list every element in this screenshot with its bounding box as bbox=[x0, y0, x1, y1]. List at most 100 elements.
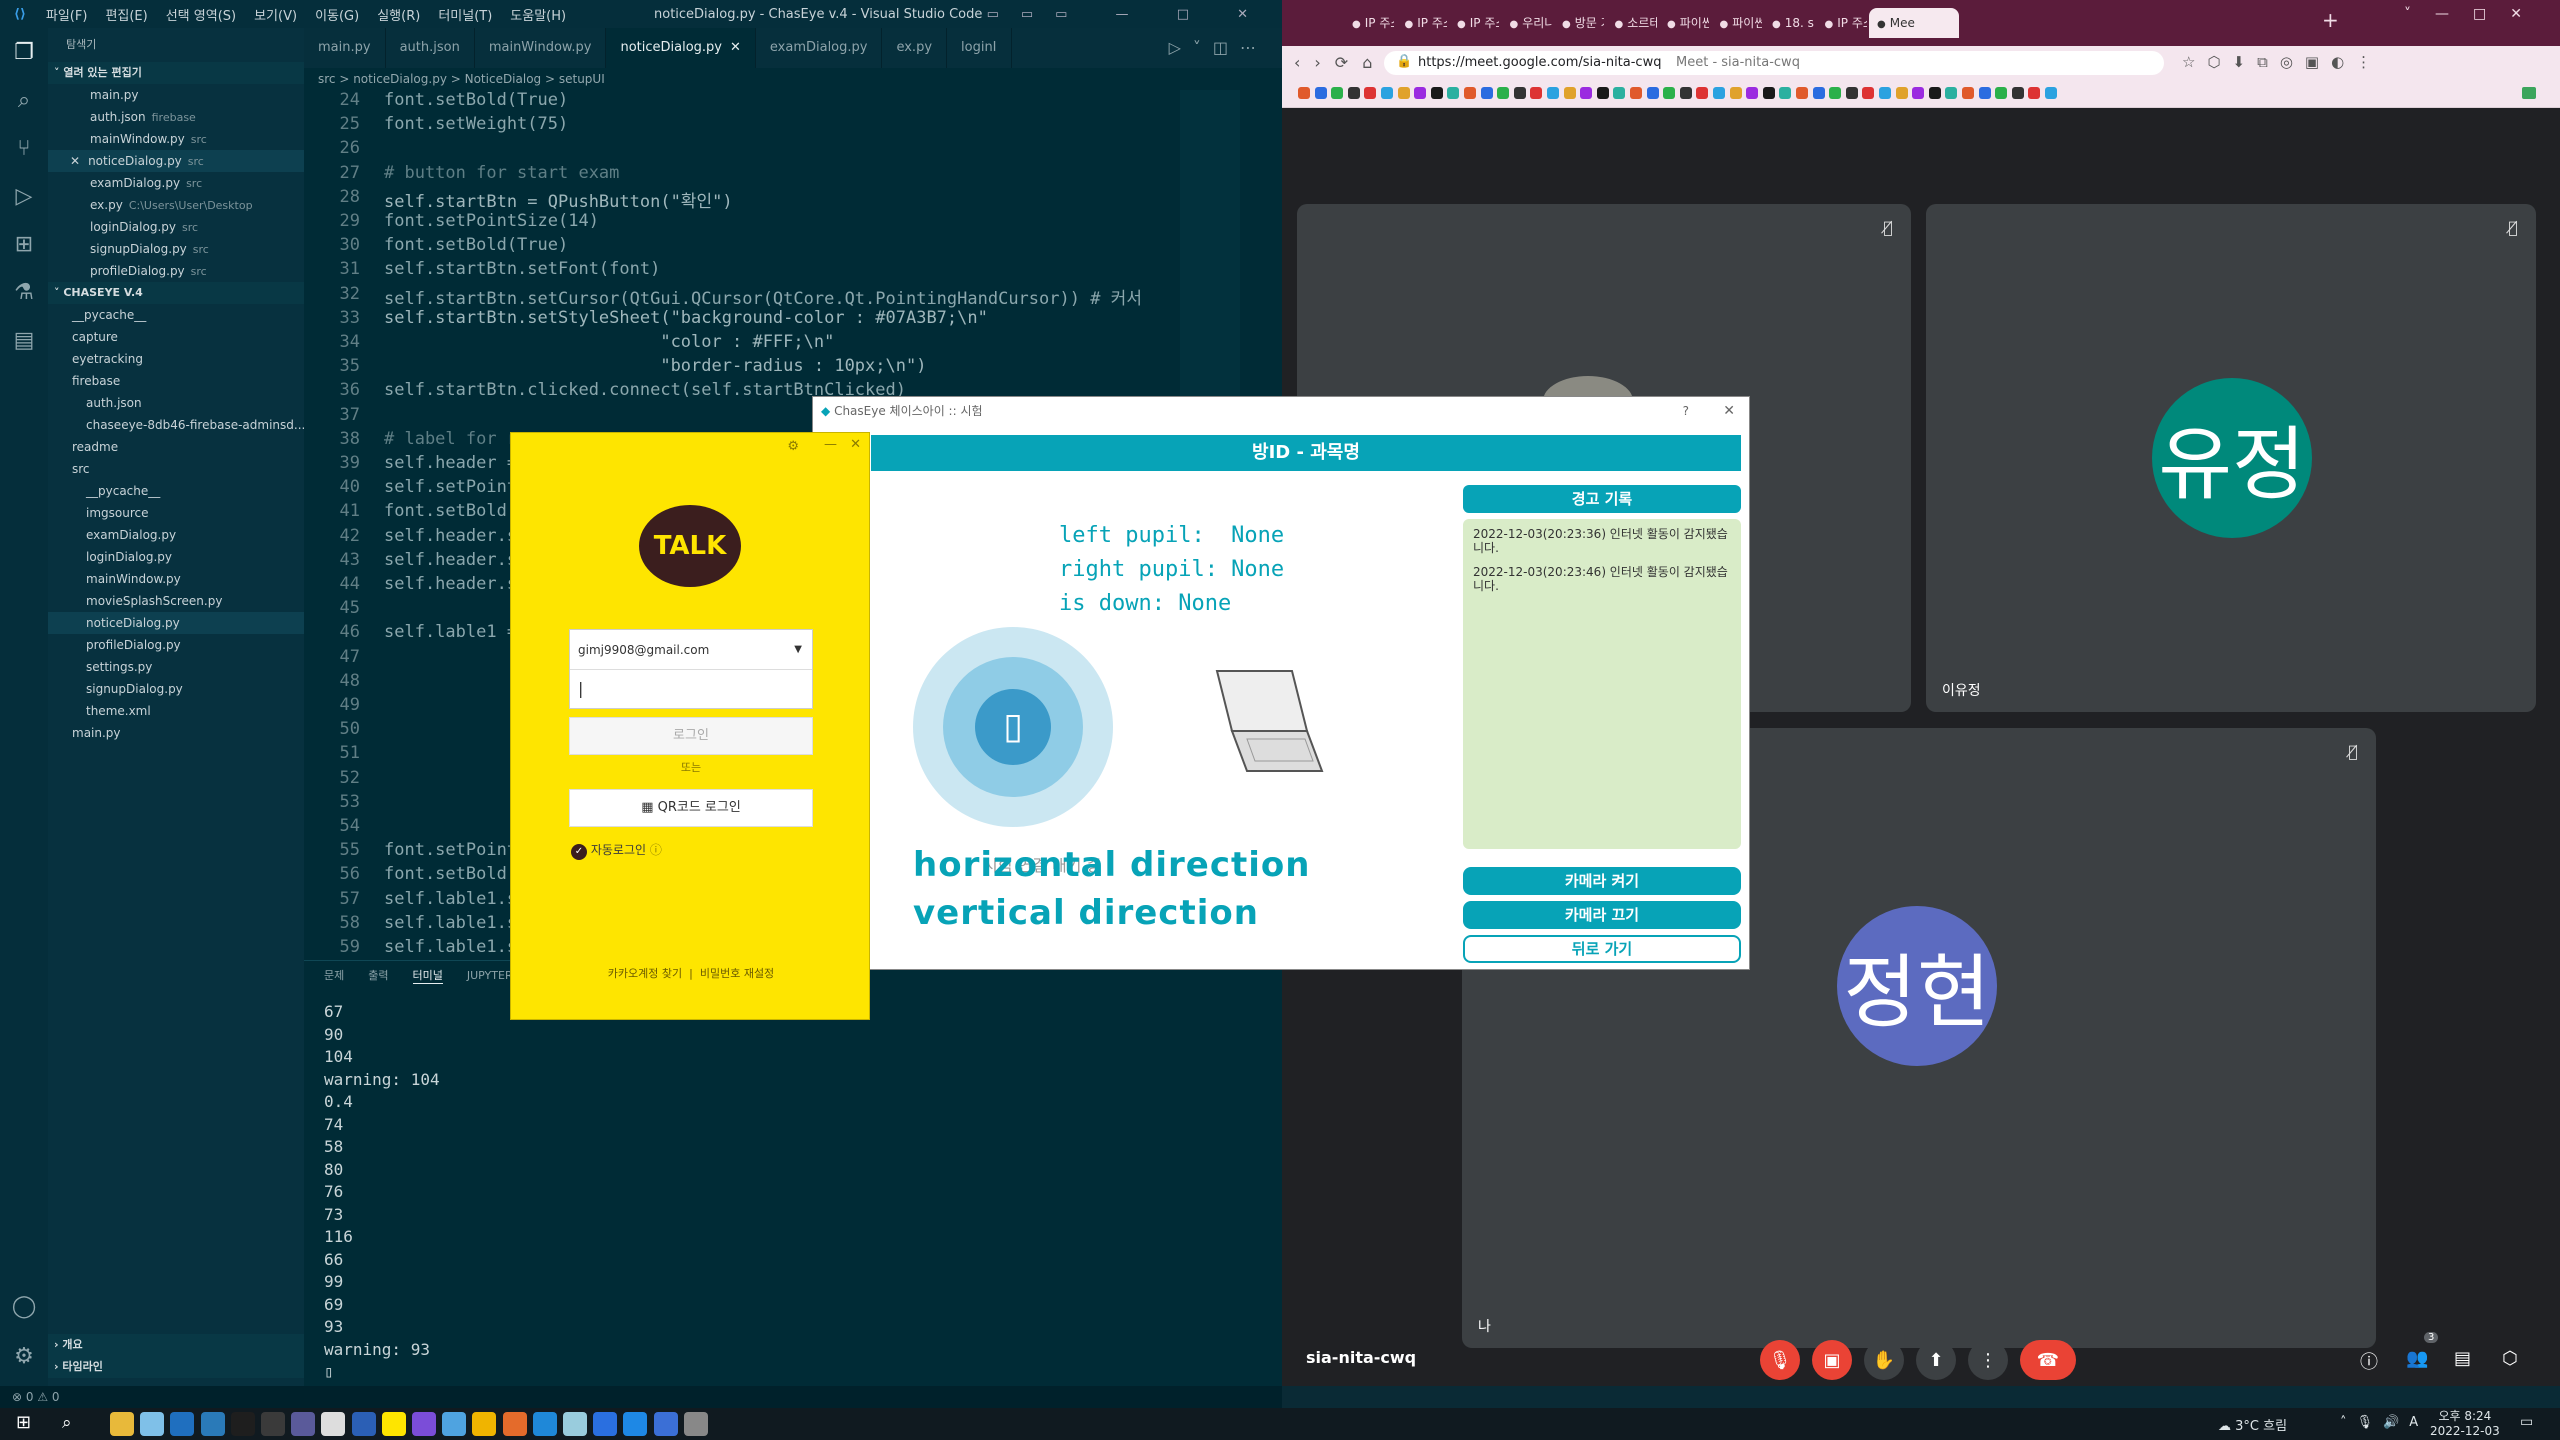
raise-hand-button[interactable]: ✋ bbox=[1864, 1340, 1904, 1380]
tree-item[interactable]: settings.py bbox=[48, 656, 304, 678]
mic-toggle-button[interactable]: 🎙 bbox=[1760, 1340, 1800, 1380]
menu-item[interactable]: 이동(G) bbox=[315, 5, 359, 24]
bookmark-icon[interactable] bbox=[1928, 87, 1941, 99]
timeline-header[interactable]: › 타임라인 bbox=[48, 1356, 304, 1378]
tree-item[interactable]: mainWindow.py bbox=[48, 568, 304, 590]
chat-icon[interactable]: ▤ bbox=[2454, 1348, 2471, 1369]
tree-item[interactable]: capture bbox=[48, 326, 304, 348]
browser-tab[interactable]: ●IP 주소 bbox=[1397, 8, 1447, 38]
open-editor-item[interactable]: auth.json firebase bbox=[48, 106, 304, 128]
window-controls[interactable]: ▭▭▭ — □ ✕ bbox=[987, 7, 1270, 22]
browser-tab[interactable]: ●IP 주소 bbox=[1817, 8, 1867, 38]
new-tab-icon[interactable]: + bbox=[2322, 8, 2339, 32]
bookmark-icon[interactable] bbox=[2045, 87, 2057, 99]
run-debug-icon[interactable]: ▷ bbox=[0, 172, 48, 220]
taskbar-app-icon[interactable] bbox=[291, 1412, 316, 1436]
bookmark-icon[interactable] bbox=[1596, 87, 1609, 99]
info-icon[interactable]: ⓘ bbox=[650, 843, 662, 857]
bookmark-icon[interactable] bbox=[1879, 87, 1891, 99]
open-editors-header[interactable]: ˅ 열려 있는 편집기 bbox=[48, 62, 304, 84]
taskbar-app-icon[interactable] bbox=[351, 1412, 376, 1436]
bookmark-icon[interactable] bbox=[1679, 87, 1692, 99]
taskbar-app-icon[interactable] bbox=[683, 1412, 708, 1436]
email-field[interactable]: gimj9908@gmail.com ▼ bbox=[570, 630, 812, 670]
tree-item[interactable]: signupDialog.py bbox=[48, 678, 304, 700]
editor-tab[interactable]: auth.json bbox=[386, 28, 475, 68]
clock[interactable]: 오후 8:24 2022-12-03 bbox=[2430, 1409, 2500, 1439]
people-icon[interactable]: 👥 bbox=[2406, 1348, 2428, 1369]
bookmark-icon[interactable] bbox=[1580, 87, 1593, 99]
weather-widget[interactable]: ☁ 3°C 흐림 bbox=[2218, 1415, 2287, 1434]
menu-item[interactable]: 파일(F) bbox=[46, 5, 88, 24]
tree-item[interactable]: __pycache__ bbox=[48, 480, 304, 502]
chevron-down-icon[interactable]: ▼ bbox=[794, 630, 802, 670]
bookmark-icon[interactable] bbox=[1430, 87, 1443, 99]
open-editor-item[interactable]: profileDialog.py src bbox=[48, 260, 304, 282]
open-editor-item[interactable]: examDialog.py src bbox=[48, 172, 304, 194]
bookmark-icon[interactable] bbox=[1464, 87, 1476, 99]
menu-item[interactable]: 선택 영역(S) bbox=[166, 5, 236, 24]
camera-on-button[interactable]: 카메라 켜기 bbox=[1463, 867, 1741, 895]
tree-item[interactable]: examDialog.py bbox=[48, 524, 304, 546]
bookmark-icon[interactable] bbox=[1762, 87, 1775, 99]
bookmark-icon[interactable] bbox=[1845, 87, 1858, 99]
system-tray-icons[interactable]: ˄🎙🔊A bbox=[2340, 1415, 2428, 1430]
bookmark-icon[interactable] bbox=[1912, 87, 1925, 99]
menu-item[interactable]: 보기(V) bbox=[254, 5, 297, 24]
search-icon[interactable]: ⌕ bbox=[0, 76, 48, 124]
taskbar-app-icon[interactable] bbox=[170, 1412, 195, 1436]
project-header[interactable]: ˅ CHASEYE V.4 bbox=[48, 282, 304, 304]
bookmark-folder-icon[interactable] bbox=[2522, 87, 2536, 99]
taskbar-app-icon[interactable] bbox=[200, 1412, 225, 1436]
qr-login-button[interactable]: ▦ QR코드 로그인 bbox=[569, 789, 813, 827]
panel-tab[interactable]: JUPYTER bbox=[467, 969, 513, 982]
activities-icon[interactable]: ⬡ bbox=[2502, 1348, 2518, 1369]
bookmark-icon[interactable] bbox=[1530, 87, 1543, 99]
open-editor-item[interactable]: mainWindow.py src bbox=[48, 128, 304, 150]
login-button[interactable]: 로그인 bbox=[569, 717, 813, 755]
bookmark-icon[interactable] bbox=[1331, 87, 1344, 99]
camera-toggle-button[interactable]: ▣ bbox=[1812, 1340, 1852, 1380]
leave-call-button[interactable]: ☎ bbox=[2020, 1340, 2076, 1380]
panel-tab[interactable]: 문제 bbox=[324, 967, 344, 983]
close-icon[interactable]: ✕ bbox=[850, 437, 861, 452]
open-editor-item[interactable]: ✕ noticeDialog.py src bbox=[48, 150, 304, 172]
bookmark-icon[interactable] bbox=[1646, 87, 1659, 99]
bookmark-icon[interactable] bbox=[1729, 87, 1742, 99]
info-icon[interactable]: ⓘ bbox=[2360, 1348, 2378, 1374]
browser-tab[interactable]: ● 소르테 bbox=[1607, 8, 1657, 38]
present-button[interactable]: ⬆ bbox=[1916, 1340, 1956, 1380]
chrome-window-controls[interactable]: ˅—□✕ bbox=[2404, 6, 2546, 22]
help-icon[interactable]: ? bbox=[1683, 397, 1689, 425]
browser-tab[interactable]: ●IP 주소 bbox=[1449, 8, 1499, 38]
taskbar-app-icon[interactable] bbox=[563, 1412, 587, 1436]
address-bar[interactable]: 🔒 https://meet.google.com/sia-nita-cwq M… bbox=[1384, 51, 2164, 75]
outline-header[interactable]: › 개요 bbox=[48, 1334, 304, 1356]
taskbar-app-icon[interactable] bbox=[442, 1412, 467, 1436]
browser-tab[interactable]: ● Mee bbox=[1869, 8, 1959, 38]
bookmark-icon[interactable] bbox=[1978, 87, 1991, 99]
open-editor-item[interactable]: main.py bbox=[48, 84, 304, 106]
bookmark-icon[interactable] bbox=[1447, 87, 1460, 99]
bookmark-icon[interactable] bbox=[1397, 87, 1410, 99]
taskbar-app-icon[interactable] bbox=[110, 1412, 134, 1436]
auto-login-checkbox[interactable]: ✓ 자동로그인 ⓘ bbox=[571, 841, 662, 860]
tree-item[interactable]: chaseeye-8db46-firebase-adminsd... bbox=[48, 414, 304, 436]
bookmark-icon[interactable] bbox=[1663, 87, 1676, 99]
taskbar-app-icon[interactable] bbox=[412, 1412, 436, 1436]
close-icon[interactable]: ✕ bbox=[1723, 397, 1735, 425]
nav-buttons-icon[interactable]: ‹›⟳⌂ bbox=[1294, 53, 1386, 72]
browser-tab[interactable]: ●IP 주소 bbox=[1344, 8, 1394, 38]
editor-tab[interactable]: main.py bbox=[304, 28, 386, 68]
bookmark-icon[interactable] bbox=[1298, 87, 1310, 99]
minimize-icon[interactable]: — bbox=[824, 437, 837, 452]
tree-item[interactable]: loginDialog.py bbox=[48, 546, 304, 568]
panel-tab[interactable]: 출력 bbox=[368, 967, 388, 983]
tree-item[interactable]: __pycache__ bbox=[48, 304, 304, 326]
taskbar-app-icon[interactable] bbox=[472, 1412, 497, 1436]
terminal-output[interactable]: 67 90 104 warning: 104 0.4 74 58 80 76 73 116 66 99 6… bbox=[324, 1001, 440, 1384]
search-icon[interactable]: ⌕ bbox=[62, 1413, 72, 1433]
menu-item[interactable]: 실행(R) bbox=[377, 5, 420, 24]
menu-item[interactable]: 도움말(H) bbox=[510, 5, 566, 24]
tree-item[interactable]: readme bbox=[48, 436, 304, 458]
